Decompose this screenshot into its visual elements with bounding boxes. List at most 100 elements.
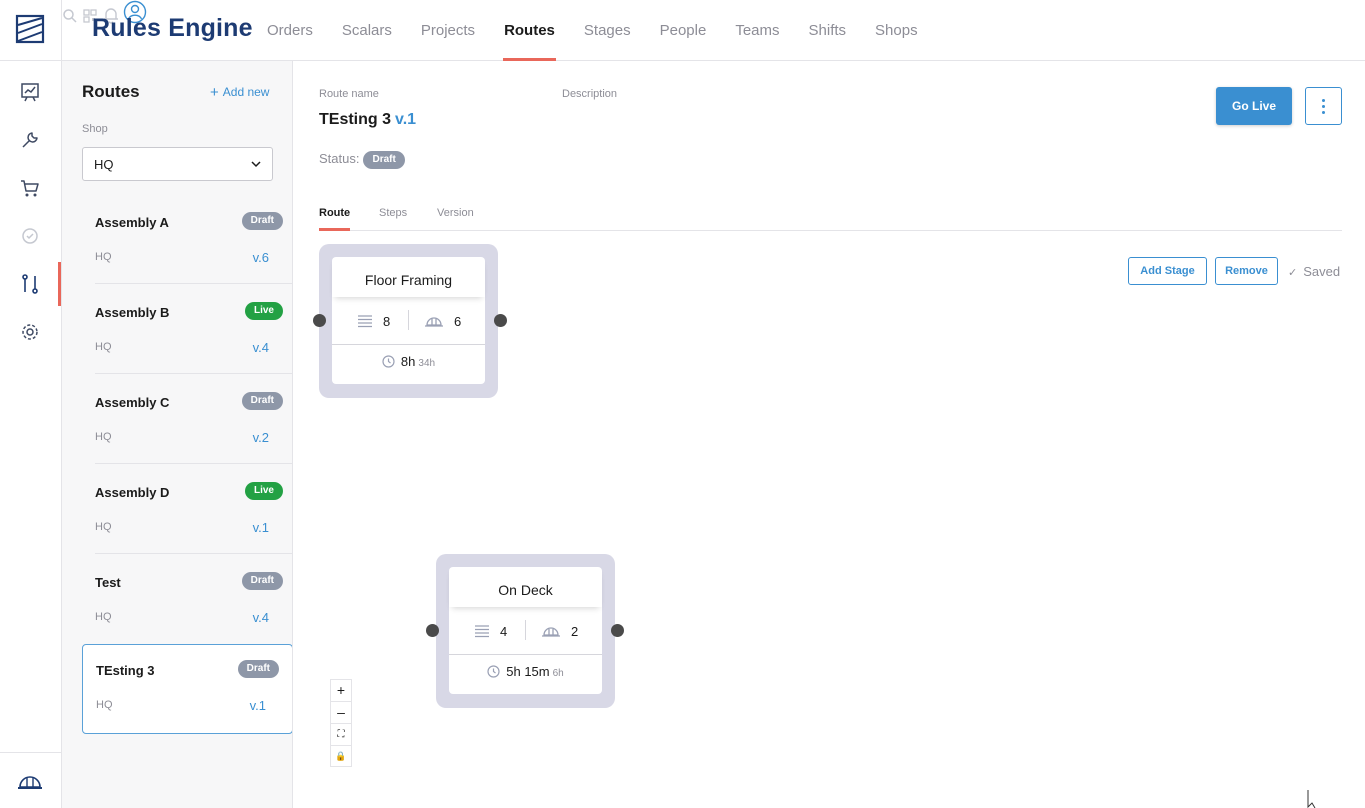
route-name: Assembly A — [95, 215, 169, 230]
route-subtabs: Route Steps Version — [319, 197, 1342, 231]
hard-hat-icon — [425, 317, 443, 327]
kebab-dot — [1322, 111, 1325, 114]
more-options-button[interactable] — [1305, 87, 1342, 125]
kebab-dot — [1322, 105, 1325, 108]
route-version: v.1 — [252, 520, 269, 535]
stage-time-sub: 6h — [552, 668, 564, 679]
stage-output-handle[interactable] — [494, 314, 507, 327]
stage-input-handle[interactable] — [313, 314, 326, 327]
shop-select[interactable]: HQ — [82, 147, 273, 181]
route-list-item[interactable]: Test Draft HQ v.4 — [95, 554, 292, 644]
add-new-label: Add new — [222, 85, 270, 99]
routes-icon[interactable] — [19, 273, 41, 295]
stage-node[interactable]: On Deck 4 2 5h 15m 6h — [426, 554, 624, 708]
status-badge: Draft — [363, 151, 405, 169]
logo-icon[interactable] — [15, 14, 45, 44]
route-name: Assembly B — [95, 305, 170, 320]
check-circle-icon[interactable] — [19, 225, 41, 247]
status-label: Status: — [319, 151, 360, 166]
go-live-button[interactable]: Go Live — [1216, 87, 1292, 125]
zoom-in-button[interactable]: + — [331, 680, 351, 702]
tab-version[interactable]: Version — [437, 207, 474, 219]
nav-tab-teams[interactable]: Teams — [735, 0, 779, 61]
nav-tab-stages[interactable]: Stages — [584, 0, 631, 61]
add-stage-button[interactable]: Add Stage — [1128, 257, 1207, 285]
panel-title: Routes — [82, 82, 140, 101]
route-list-item[interactable]: Assembly A Draft HQ v.6 — [95, 194, 292, 284]
list-icon — [358, 315, 372, 328]
route-name-label: Route name — [319, 88, 379, 100]
wrench-icon[interactable] — [19, 129, 41, 151]
stage-title: On Deck — [449, 567, 602, 607]
stage-card: Floor Framing 8 6 8h 34h — [332, 257, 485, 384]
zoom-out-button[interactable]: – — [331, 702, 351, 724]
route-shop: HQ — [95, 611, 112, 623]
route-version: v.2 — [252, 430, 269, 445]
stage-divider — [332, 344, 485, 345]
nav-tab-routes[interactable]: Routes — [503, 0, 556, 61]
cart-icon[interactable] — [19, 177, 41, 199]
dashboard-chart-icon[interactable] — [19, 81, 41, 103]
stats-separator — [408, 310, 409, 330]
stage-title: Floor Framing — [332, 257, 485, 297]
route-version: v.6 — [252, 250, 269, 265]
app-brand[interactable]: Rules Engine — [92, 14, 253, 43]
tab-steps[interactable]: Steps — [379, 207, 407, 219]
canvas-zoom-controls: + – ⛶ 🔒 — [330, 679, 352, 767]
stage-workers-count: 6 — [454, 314, 462, 329]
status-badge: Draft — [241, 392, 283, 410]
top-bar: Rules Engine Orders Scalars Projects Rou… — [62, 0, 1365, 61]
stage-stats: 8 6 — [332, 309, 485, 333]
route-shop: HQ — [95, 431, 112, 443]
stats-separator — [525, 620, 526, 640]
route-list-item-selected[interactable]: TEsting 3 Draft HQ v.1 — [82, 644, 292, 734]
nav-tab-projects[interactable]: Projects — [421, 0, 475, 61]
status-badge: Draft — [237, 660, 279, 678]
stage-output-handle[interactable] — [611, 624, 624, 637]
shop-label: Shop — [82, 123, 108, 135]
route-title[interactable]: TEsting 3 v.1 — [319, 111, 416, 129]
nav-tab-shifts[interactable]: Shifts — [809, 0, 847, 61]
stage-steps-count: 8 — [383, 314, 391, 329]
nav-tab-scalars[interactable]: Scalars — [342, 0, 392, 61]
tab-route[interactable]: Route — [319, 207, 351, 231]
nav-tab-orders[interactable]: Orders — [267, 0, 313, 61]
routes-panel: Routes + Add new Shop HQ Assembly A Draft… — [62, 61, 293, 808]
status-badge: Live — [244, 482, 283, 500]
nav-tab-people[interactable]: People — [660, 0, 707, 61]
status-badge: Draft — [241, 572, 283, 590]
stage-input-handle[interactable] — [426, 624, 439, 637]
route-title-name: TEsting 3 — [319, 111, 392, 128]
rail-divider — [0, 60, 62, 61]
route-list-item[interactable]: Assembly B Live HQ v.4 — [95, 284, 292, 374]
stage-divider — [449, 654, 602, 655]
rail-active-indicator — [58, 262, 61, 306]
stage-node[interactable]: Floor Framing 8 6 8h 34h — [313, 244, 507, 398]
saved-indicator: ✓ Saved — [1288, 264, 1340, 279]
fit-view-button[interactable]: ⛶ — [331, 724, 351, 746]
rail-divider-bottom — [0, 752, 62, 753]
main-nav: Orders Scalars Projects Routes Stages Pe… — [267, 0, 947, 61]
route-list-item[interactable]: Assembly D Live HQ v.1 — [95, 464, 292, 554]
search-icon[interactable] — [62, 8, 78, 24]
route-list-item[interactable]: Assembly C Draft HQ v.2 — [95, 374, 292, 464]
route-name: TEsting 3 — [96, 663, 155, 678]
routes-list: Assembly A Draft HQ v.6 Assembly B Live … — [62, 194, 292, 734]
check-icon: ✓ — [1288, 267, 1298, 279]
nav-tab-shops[interactable]: Shops — [875, 0, 918, 61]
stage-card: On Deck 4 2 5h 15m 6h — [449, 567, 602, 694]
stage-time: 8h 34h — [332, 354, 485, 369]
lock-button[interactable]: 🔒 — [331, 746, 351, 768]
remove-button[interactable]: Remove — [1215, 257, 1278, 285]
gear-icon[interactable] — [19, 321, 41, 343]
hard-hat-icon[interactable] — [17, 771, 43, 793]
status-badge: Draft — [241, 212, 283, 230]
route-shop: HQ — [95, 521, 112, 533]
left-rail — [0, 0, 62, 808]
route-name: Assembly D — [95, 485, 170, 500]
route-version: v.4 — [252, 340, 269, 355]
stage-time-value: 5h 15m — [506, 664, 550, 679]
status-badge: Live — [244, 302, 283, 320]
route-name: Test — [95, 575, 121, 590]
add-new-route-button[interactable]: + Add new — [210, 83, 270, 101]
